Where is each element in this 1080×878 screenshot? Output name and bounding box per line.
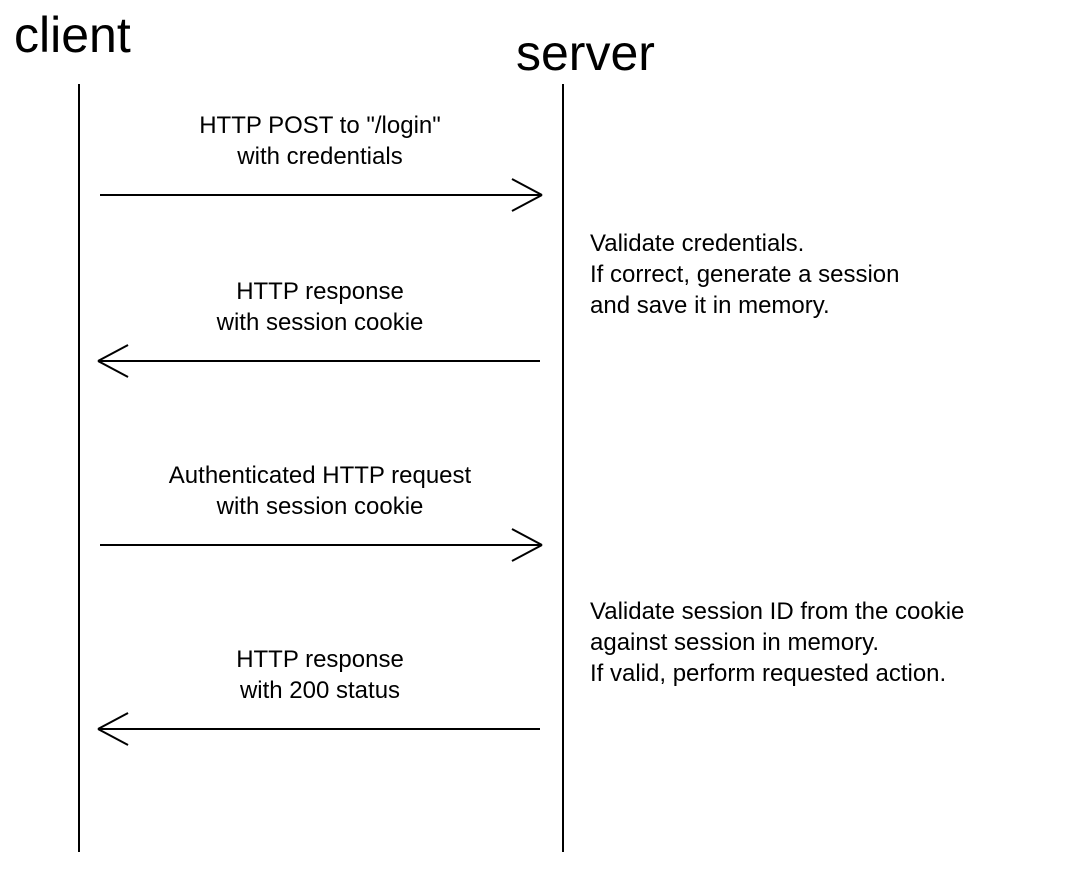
message-2-arrow: [100, 360, 540, 362]
server-note-2: Validate session ID from the cookie agai…: [590, 596, 964, 690]
sequence-diagram: client server HTTP POST to "/login" with…: [0, 0, 1080, 878]
message-3-label: Authenticated HTTP request with session …: [80, 460, 560, 522]
participant-server-label: server: [516, 24, 655, 82]
message-2-label: HTTP response with session cookie: [80, 276, 560, 338]
message-4-label: HTTP response with 200 status: [80, 644, 560, 706]
message-1-arrow: [100, 194, 540, 196]
participant-client-label: client: [14, 6, 131, 64]
message-1-label: HTTP POST to "/login" with credentials: [80, 110, 560, 172]
message-4-arrow: [100, 728, 540, 730]
message-3-arrow: [100, 544, 540, 546]
server-lifeline: [562, 84, 564, 852]
server-note-1: Validate credentials. If correct, genera…: [590, 228, 900, 322]
